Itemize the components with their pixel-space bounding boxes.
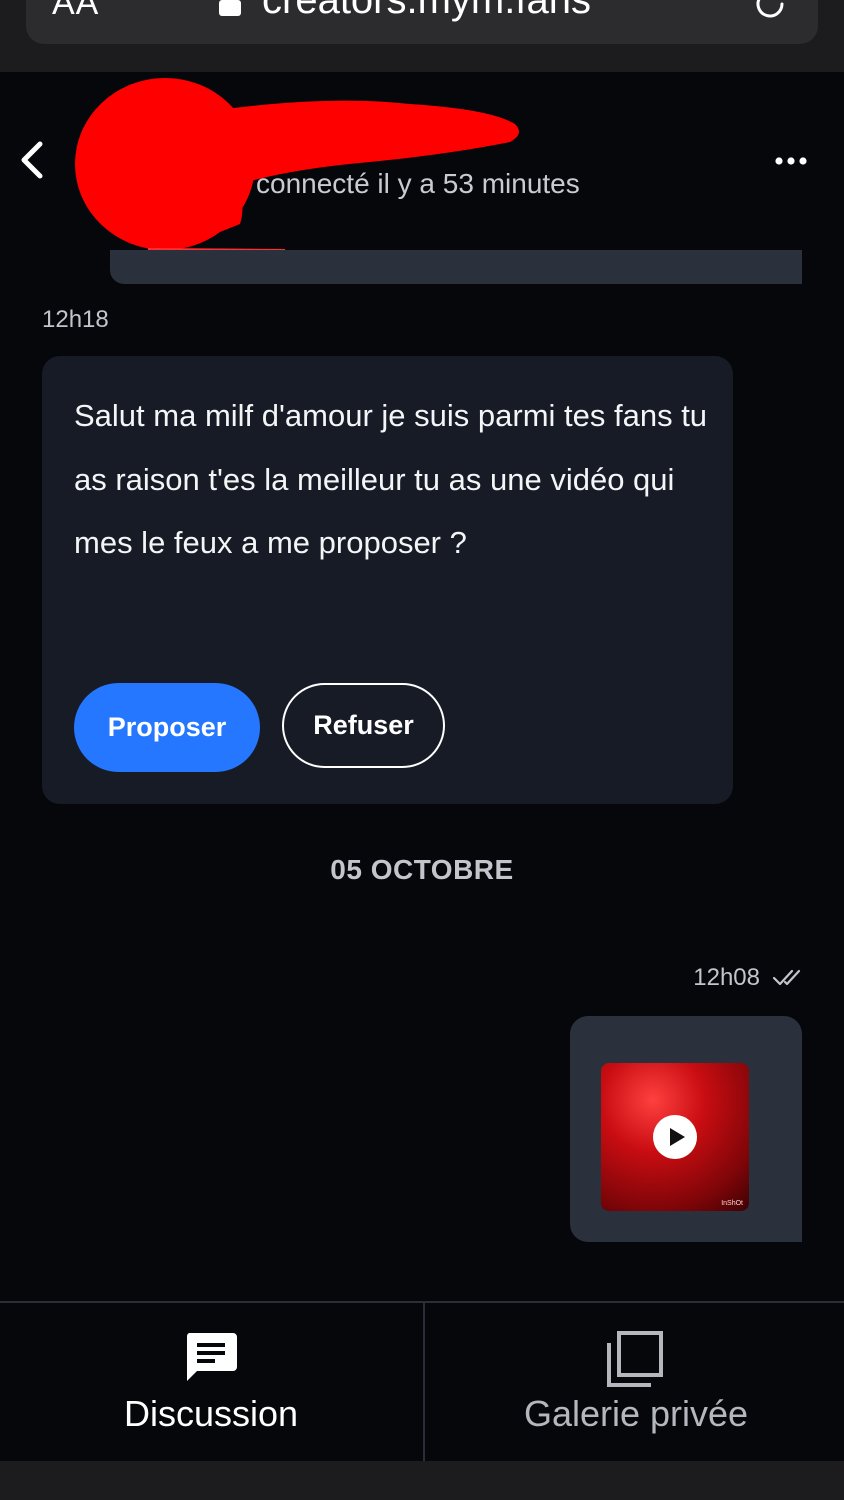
video-watermark: InShOt <box>721 1200 743 1207</box>
header-banner <box>110 250 802 284</box>
tab-gallery-label: Galerie privée <box>523 1393 749 1434</box>
back-chevron-icon[interactable] <box>14 138 54 182</box>
refuse-button[interactable]: Refuser <box>282 683 445 768</box>
chat-screen: AA creators.mym.fans connecté il y a 53 … <box>0 0 844 1500</box>
outgoing-message-meta: 12h08 <box>693 962 802 994</box>
gallery-icon <box>607 1331 663 1387</box>
browser-bottom-bar <box>0 1461 844 1500</box>
online-status: connecté il y a 53 minutes <box>256 168 580 199</box>
date-separator: 05 OCTOBRE <box>330 854 514 885</box>
incoming-message-text: Salut ma milf d'amour je suis parmi tes … <box>74 398 708 560</box>
reader-settings-button[interactable]: AA <box>52 0 99 23</box>
outgoing-message-time: 12h08 <box>693 964 760 991</box>
tab-discussion-label: Discussion <box>123 1393 299 1434</box>
redaction-scribble <box>75 78 519 251</box>
tab-discussion[interactable]: Discussion <box>0 1303 422 1463</box>
incoming-message-time: 12h18 <box>42 306 109 333</box>
video-thumbnail[interactable]: InShOt <box>601 1063 749 1211</box>
browser-toolbar: AA creators.mym.fans <box>0 0 844 72</box>
double-check-icon <box>772 969 801 986</box>
play-icon[interactable] <box>653 1115 697 1159</box>
reload-icon[interactable] <box>752 0 788 22</box>
incoming-message-bubble: Salut ma milf d'amour je suis parmi tes … <box>42 356 733 804</box>
tab-private-gallery[interactable]: Galerie privée <box>423 1303 844 1463</box>
lock-icon <box>219 0 241 16</box>
propose-button[interactable]: Proposer <box>74 683 260 772</box>
url-text[interactable]: creators.mym.fans <box>262 0 591 23</box>
bottom-tab-bar: Discussion Galerie privée <box>0 1301 844 1463</box>
outgoing-video-bubble: InShOt <box>570 1016 802 1242</box>
chat-icon <box>186 1333 237 1381</box>
more-options-icon[interactable] <box>770 146 812 176</box>
